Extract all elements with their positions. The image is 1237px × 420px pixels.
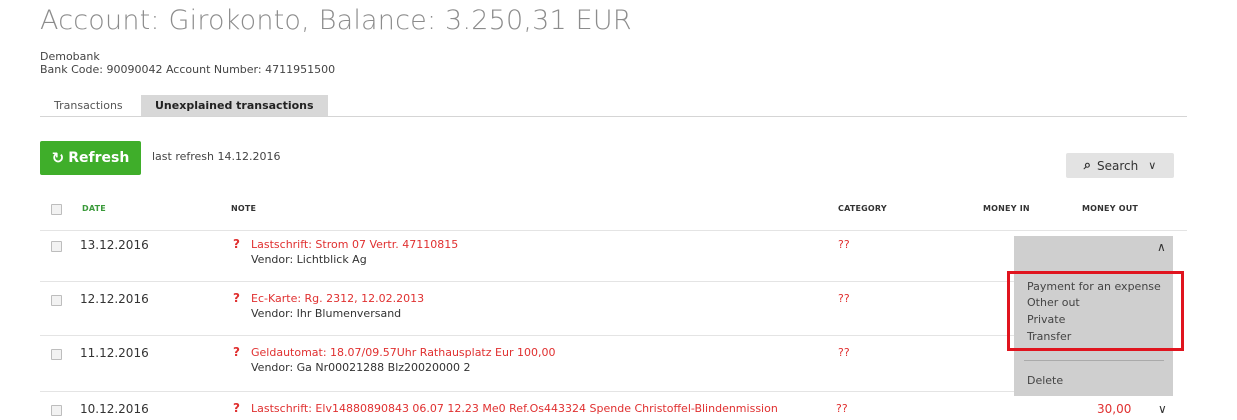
search-label: Search [1096,158,1139,173]
row-date: 11.12.2016 [80,346,149,360]
last-refresh-text: last refresh 14.12.2016 [152,150,281,163]
chevron-up-icon[interactable]: ∧ [1157,240,1166,254]
tabs-divider [40,116,1187,117]
question-mark-icon: ? [233,237,240,251]
row-divider [40,391,1015,392]
row-vendor: Vendor: Lichtblick Ag [251,253,367,266]
row-vendor: Vendor: Ihr Blumenversand [251,307,402,320]
search-button[interactable]: ⌕ Search ∨ [1066,153,1174,178]
row-note: Geldautomat: 18.07/09.57Uhr Rathausplatz… [251,346,556,359]
bank-name: Demobank [40,50,100,63]
column-header-money-out: MONEY OUT [1082,204,1139,213]
row-category[interactable]: ?? [838,346,850,359]
row-date: 12.12.2016 [80,292,149,306]
refresh-label: Refresh [68,150,130,166]
row-date: 13.12.2016 [80,238,149,252]
page-title: Account: Girokonto, Balance: 3.250,31 EU… [40,5,632,36]
chevron-down-icon[interactable]: ∨ [1158,402,1167,416]
row-money-out: 30,00 [1097,402,1132,416]
row-vendor: Vendor: Ga Nr00021288 Blz20020000 2 [251,361,471,374]
tab-unexplained-transactions[interactable]: Unexplained transactions [141,95,328,116]
row-divider [40,335,1015,336]
bank-info: Demobank Bank Code: 90090042 Account Num… [40,50,335,76]
bank-details: Bank Code: 90090042 Account Number: 4711… [40,63,336,76]
column-header-category: CATEGORY [838,204,887,213]
row-checkbox[interactable] [51,349,62,360]
row-note: Ec-Karte: Rg. 2312, 12.02.2013 [251,292,425,305]
refresh-button[interactable]: ↻ Refresh [40,141,141,175]
search-icon: ⌕ [1083,158,1091,173]
question-mark-icon: ? [233,401,240,415]
row-checkbox[interactable] [51,241,62,252]
question-mark-icon: ? [233,291,240,305]
refresh-icon: ↻ [51,149,65,167]
tab-transactions[interactable]: Transactions [45,95,132,116]
highlight-box [1007,271,1184,351]
row-category[interactable]: ?? [836,402,848,415]
row-checkbox[interactable] [51,405,62,416]
row-note: Lastschrift: Elv14880890843 06.07 12.23 … [251,402,778,415]
column-header-note: NOTE [231,204,257,213]
row-category[interactable]: ?? [838,238,850,251]
column-header-money-in: MONEY IN [983,204,1030,213]
column-header-date[interactable]: DATE [82,204,106,213]
question-mark-icon: ? [233,345,240,359]
chevron-down-icon: ∨ [1148,159,1157,172]
row-checkbox[interactable] [51,295,62,306]
row-date: 10.12.2016 [80,402,149,416]
dropdown-option-delete[interactable]: Delete [1027,374,1063,387]
row-category[interactable]: ?? [838,292,850,305]
row-divider [40,281,1015,282]
select-all-checkbox[interactable] [51,204,62,215]
dropdown-divider [1024,360,1164,361]
row-note: Lastschrift: Strom 07 Vertr. 47110815 [251,238,459,251]
table-header-divider [40,230,1187,231]
